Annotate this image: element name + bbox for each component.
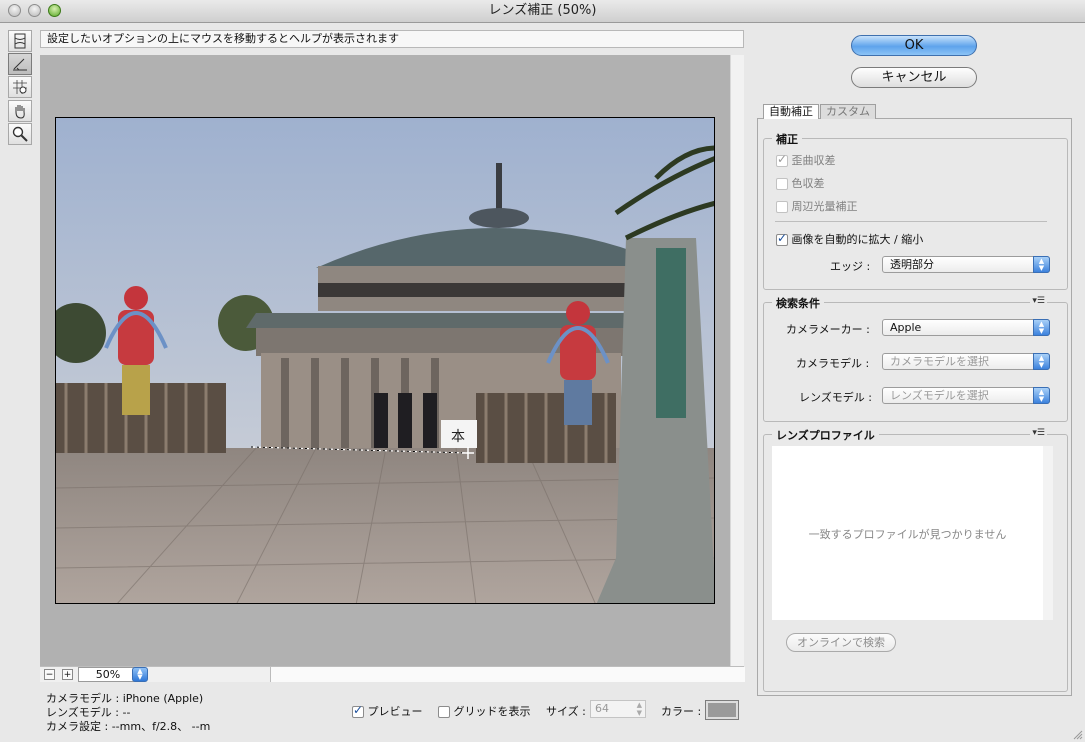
vignette-label: 周辺光量補正 [791, 200, 858, 213]
show-grid-label: グリッドを表示 [453, 705, 531, 718]
color-label: カラー : [661, 705, 702, 718]
camera-settings-info: カメラ設定 : --mm、f/2.8、 --m [46, 720, 211, 733]
chevron-updown-icon: ▲ ▼ [1033, 256, 1050, 273]
sign-text: 本 [451, 429, 465, 445]
straighten-tool-icon[interactable] [8, 53, 32, 75]
preview-image[interactable]: 本 [55, 117, 715, 604]
minimize-window-icon[interactable] [28, 4, 41, 17]
distortion-check-icon[interactable] [776, 152, 788, 167]
search-menu-icon[interactable]: ▾☰ [1030, 296, 1047, 306]
grid-size-field[interactable]: 64 ▲ ▼ [590, 700, 646, 718]
search-criteria-title: 検索条件 [772, 295, 824, 311]
auto-scale-check-icon[interactable] [776, 231, 788, 246]
distortion-checkbox[interactable]: 歪曲収差 [776, 152, 836, 168]
chromatic-check-icon[interactable] [776, 178, 788, 190]
profile-menu-icon[interactable]: ▾☰ [1030, 428, 1047, 438]
show-grid-checkbox[interactable]: グリッドを表示 [438, 703, 531, 719]
zoom-window-icon[interactable] [48, 4, 61, 17]
window-title: レンズ補正 (50%) [488, 3, 597, 18]
preview-label: プレビュー [367, 705, 423, 718]
chevron-updown-icon: ▲ ▼ [1033, 319, 1050, 336]
camera-maker-select[interactable]: Apple ▲ ▼ [882, 319, 1050, 336]
zoom-tool-icon[interactable] [8, 123, 32, 145]
grid-check-icon[interactable] [438, 706, 450, 718]
resize-grip-icon[interactable] [1073, 730, 1083, 740]
hand-tool-icon[interactable] [8, 100, 32, 122]
correction-title: 補正 [772, 131, 802, 147]
divider [775, 221, 1047, 222]
tab-auto-correction[interactable]: 自動補正 [763, 104, 819, 119]
vignette-checkbox[interactable]: 周辺光量補正 [776, 198, 858, 214]
online-search-button[interactable]: オンラインで検索 [786, 633, 896, 652]
horizontal-scrollbar[interactable] [270, 667, 745, 682]
profile-list[interactable]: 一致するプロファイルが見つかりません [772, 446, 1053, 620]
chevron-updown-icon: ▲ ▼ [1033, 387, 1050, 404]
lens-profile-title: レンズプロファイル [772, 427, 879, 443]
distortion-label: 歪曲収差 [791, 154, 836, 167]
camera-model-value: カメラモデルを選択 [890, 355, 989, 368]
close-window-icon[interactable] [8, 4, 21, 17]
preview-checkbox[interactable]: プレビュー [352, 703, 423, 719]
grid-color-swatch[interactable] [705, 700, 739, 720]
lens-model-select[interactable]: レンズモデルを選択 ▲ ▼ [882, 387, 1050, 404]
chromatic-label: 色収差 [791, 177, 825, 190]
zoom-stepper-icon[interactable]: ▲ ▼ [132, 667, 148, 682]
move-grid-tool-icon[interactable] [8, 76, 32, 98]
size-stepper-icon[interactable]: ▲ ▼ [637, 701, 642, 717]
chevron-updown-icon: ▲ ▼ [1033, 353, 1050, 370]
remove-distortion-tool-icon[interactable] [8, 30, 32, 52]
vignette-check-icon[interactable] [776, 201, 788, 213]
chromatic-aberration-checkbox[interactable]: 色収差 [776, 175, 825, 191]
size-label: サイズ : [546, 705, 586, 718]
camera-maker-value: Apple [890, 321, 922, 334]
no-profile-message: 一致するプロファイルが見つかりません [808, 528, 1007, 541]
edge-select-value: 透明部分 [890, 258, 934, 271]
zoom-bar: − + 50% ▲ ▼ [40, 666, 745, 682]
title-bar: レンズ補正 (50%) [0, 0, 1085, 23]
camera-model-select[interactable]: カメラモデルを選択 ▲ ▼ [882, 353, 1050, 370]
preview-check-icon[interactable] [352, 703, 364, 718]
ok-button[interactable]: OK [851, 35, 977, 56]
edge-label: エッジ : [830, 260, 871, 273]
tab-custom[interactable]: カスタム [820, 104, 876, 119]
help-hint-text: 設定したいオプションの上にマウスを移動するとヘルプが表示されます [40, 30, 744, 48]
camera-maker-label: カメラメーカー : [786, 323, 870, 336]
zoom-level-field[interactable]: 50% [78, 667, 138, 682]
cancel-button[interactable]: キャンセル [851, 67, 977, 88]
camera-model-label: カメラモデル : [796, 357, 870, 370]
zoom-in-button[interactable]: + [62, 669, 73, 680]
vertical-scrollbar[interactable] [730, 55, 744, 666]
edge-select[interactable]: 透明部分 ▲ ▼ [882, 256, 1050, 273]
lens-model-label: レンズモデル : [799, 391, 872, 404]
auto-scale-label: 画像を自動的に拡大 / 縮小 [791, 233, 924, 246]
zoom-out-button[interactable]: − [44, 669, 55, 680]
auto-scale-checkbox[interactable]: 画像を自動的に拡大 / 縮小 [776, 231, 923, 247]
lens-model-value: レンズモデルを選択 [890, 389, 989, 402]
grid-size-value: 64 [595, 702, 609, 715]
